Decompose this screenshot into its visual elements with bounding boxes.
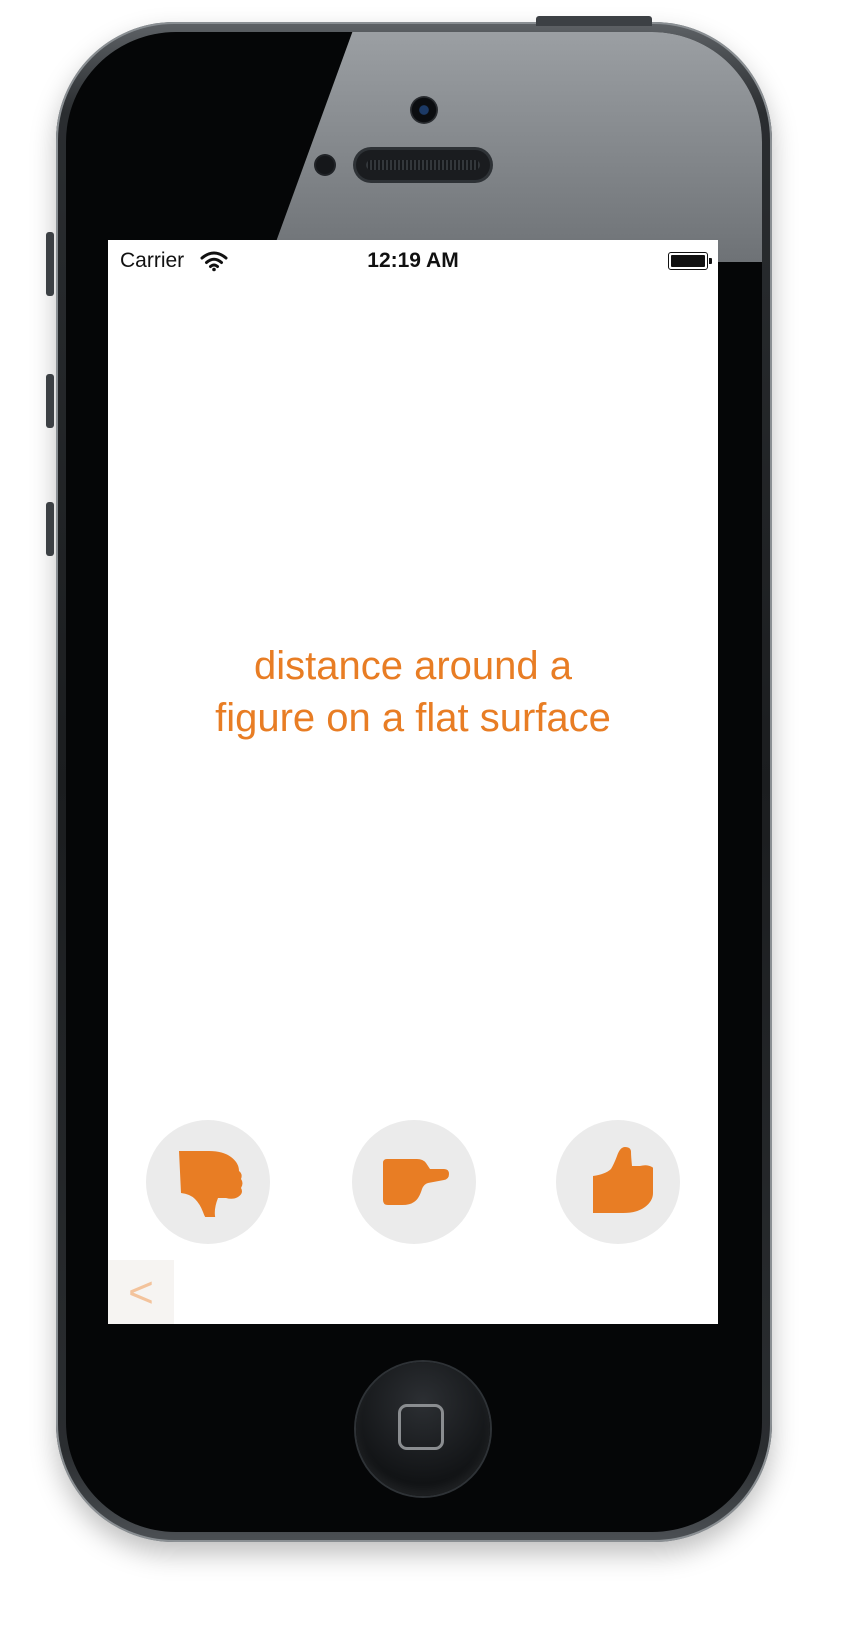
thumbs-down-icon — [179, 1151, 243, 1217]
battery-icon — [668, 252, 712, 270]
thumbs-up-button[interactable] — [556, 1120, 680, 1244]
flashcard-text[interactable]: distance around a figure on a flat surfa… — [148, 640, 678, 744]
mute-switch — [46, 232, 54, 296]
thumbs-sideways-icon — [383, 1159, 449, 1205]
earpiece-speaker — [356, 150, 490, 180]
thumbs-down-button[interactable] — [146, 1120, 270, 1244]
status-bar: Carrier 12:19 AM — [108, 240, 718, 280]
thumbs-up-icon — [593, 1147, 653, 1213]
volume-down-button — [46, 502, 54, 556]
proximity-sensor — [316, 156, 334, 174]
back-arrow-icon: < — [128, 1268, 154, 1317]
thumbs-sideways-button[interactable] — [352, 1120, 476, 1244]
app-screen: Carrier 12:19 AM distance around a figur… — [108, 240, 718, 1324]
sleep-button — [536, 16, 652, 26]
glass-reflection — [268, 32, 762, 262]
home-button[interactable] — [356, 1362, 490, 1496]
back-button[interactable]: < — [108, 1260, 174, 1324]
volume-up-button — [46, 374, 54, 428]
battery-fill — [671, 255, 705, 267]
clock: 12:19 AM — [367, 249, 459, 272]
front-camera — [410, 96, 438, 124]
